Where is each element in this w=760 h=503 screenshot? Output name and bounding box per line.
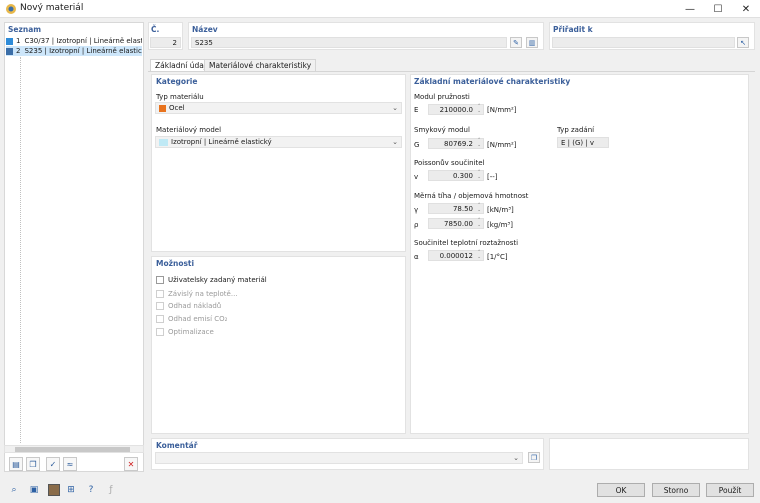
material-type-dropdown[interactable]: Ocel ⌄ [155, 102, 402, 114]
comment-copy-icon[interactable]: ❐ [528, 452, 540, 463]
tab-divider [148, 71, 755, 72]
optimization-checkbox[interactable] [156, 328, 164, 336]
shear-modulus-input[interactable]: 80769.2 [428, 138, 484, 149]
comment-title: Komentář [156, 441, 198, 450]
empty-panel [549, 438, 749, 470]
co2-estimate-checkbox[interactable] [156, 315, 164, 323]
unit-weight-label: Měrná tíha / objemová hmotnost [414, 192, 529, 200]
material-model-label: Materiálový model [156, 126, 222, 134]
copy-material-icon[interactable]: ❐ [26, 457, 40, 471]
cancel-button[interactable]: Storno [652, 483, 700, 497]
check-all-icon[interactable]: ✓ [46, 457, 60, 471]
number-field[interactable]: 2 [150, 37, 181, 48]
cost-estimate-label: Odhad nákladů [168, 302, 222, 310]
material-list-panel [4, 22, 144, 472]
cost-estimate-checkbox[interactable] [156, 302, 164, 310]
assign-field[interactable] [552, 37, 735, 48]
optimization-label: Optimalizace [168, 328, 214, 336]
nu-symbol: v [414, 173, 419, 181]
chevron-down-icon: ⌄ [513, 454, 519, 462]
gamma-unit: [kN/m³] [487, 206, 514, 214]
ok-button[interactable]: OK [597, 483, 645, 497]
rho-symbol: ρ [414, 221, 419, 229]
e-symbol: E [414, 106, 419, 114]
close-icon[interactable]: ✕ [732, 0, 760, 18]
co2-estimate-label: Odhad emisí CO₂ [168, 315, 228, 323]
gamma-symbol: γ [414, 206, 419, 214]
temperature-dependent-label: Závislý na teplotě... [168, 290, 238, 298]
structure-icon[interactable]: ⊞ [64, 483, 78, 497]
shear-modulus-label: Smykový modul [414, 126, 470, 134]
name-field[interactable]: S235 [191, 37, 507, 48]
tab-material-properties[interactable]: Materiálové charakteristiky [204, 59, 317, 71]
options-title: Možnosti [156, 259, 195, 268]
g-unit: [N/mm²] [487, 141, 517, 149]
comment-input[interactable]: ⌄ [155, 452, 523, 464]
assign-label: Přiřadit k [553, 25, 593, 34]
material-model-color [159, 138, 168, 146]
list-item[interactable]: 1 C30/37 | Izotropní | Lineárně elastick… [6, 36, 142, 46]
delete-icon[interactable]: ✕ [124, 457, 138, 471]
thermal-expansion-label: Součinitel teplotní roztažnosti [414, 239, 519, 247]
material-type-color [159, 104, 166, 112]
e-modulus-input[interactable]: 210000.0 [428, 104, 484, 115]
properties-title: Základní materiálové charakteristiky [414, 77, 571, 86]
library-icon[interactable]: ▥ [526, 37, 538, 48]
poisson-input[interactable]: 0.300 [428, 170, 484, 181]
window-title: Nový materiál [20, 3, 84, 13]
help-icon[interactable]: ? [84, 483, 98, 497]
new-material-icon[interactable]: ▤ [9, 457, 23, 471]
g-symbol: G [414, 141, 420, 149]
minimize-icon[interactable]: — [676, 0, 704, 18]
scrollbar-thumb[interactable] [15, 447, 130, 452]
name-label: Název [192, 25, 218, 34]
settings-icon[interactable]: ƒ [104, 483, 118, 497]
input-type-field[interactable]: E | (G) | v [557, 137, 609, 148]
number-label: Č. [151, 25, 160, 34]
list-item-number: 2 [16, 47, 21, 55]
uncheck-icon[interactable]: ≈ [63, 457, 77, 471]
list-item-color [6, 37, 13, 45]
numbering-icon[interactable]: ▣ [27, 483, 41, 497]
category-title: Kategorie [156, 77, 198, 86]
list-item-color [6, 47, 13, 55]
modulus-label: Modul pružnosti [414, 93, 470, 101]
list-item-text: S235 | Izotropní | Lineárně elastický [24, 47, 142, 55]
temperature-dependent-checkbox[interactable] [156, 290, 164, 298]
user-defined-checkbox[interactable] [156, 276, 164, 284]
search-icon[interactable]: ⌕ [7, 483, 21, 497]
poisson-label: Poissonův součinitel [414, 159, 485, 167]
list-item-number: 1 [16, 37, 21, 45]
unit-weight-input[interactable]: 78.50 [428, 203, 484, 214]
material-model-value: Izotropní | Lineárně elastický [171, 138, 272, 146]
maximize-icon[interactable]: ☐ [704, 0, 732, 18]
list-item-selected[interactable]: 2 S235 | Izotropní | Lineárně elastický [6, 46, 142, 56]
input-type-label: Typ zadání [557, 126, 595, 134]
rho-unit: [kg/m³] [487, 221, 513, 229]
alpha-symbol: α [414, 253, 419, 261]
pick-object-icon[interactable]: ↖ [737, 37, 749, 48]
material-type-label: Typ materiálu [156, 93, 204, 101]
chevron-down-icon: ⌄ [392, 138, 398, 146]
color-icon[interactable] [47, 483, 61, 497]
list-item-text: C30/37 | Izotropní | Lineárně elastický [24, 37, 142, 45]
app-icon [5, 3, 17, 15]
nu-unit: [--] [487, 173, 498, 181]
density-input[interactable]: 7850.00 [428, 218, 484, 229]
thermal-expansion-input[interactable]: 0.000012 [428, 250, 484, 261]
edit-name-icon[interactable]: ✎ [510, 37, 522, 48]
material-model-dropdown[interactable]: Izotropní | Lineárně elastický ⌄ [155, 136, 402, 148]
chevron-down-icon: ⌄ [392, 104, 398, 112]
e-unit: [N/mm²] [487, 106, 517, 114]
alpha-unit: [1/°C] [487, 253, 508, 261]
material-type-value: Ocel [169, 104, 185, 112]
tree-line [20, 57, 21, 443]
user-defined-label: Uživatelsky zadaný materiál [168, 276, 267, 284]
list-title: Seznam [8, 25, 42, 34]
horizontal-scrollbar[interactable] [4, 445, 144, 453]
apply-button[interactable]: Použít [706, 483, 754, 497]
title-bar [0, 0, 760, 18]
